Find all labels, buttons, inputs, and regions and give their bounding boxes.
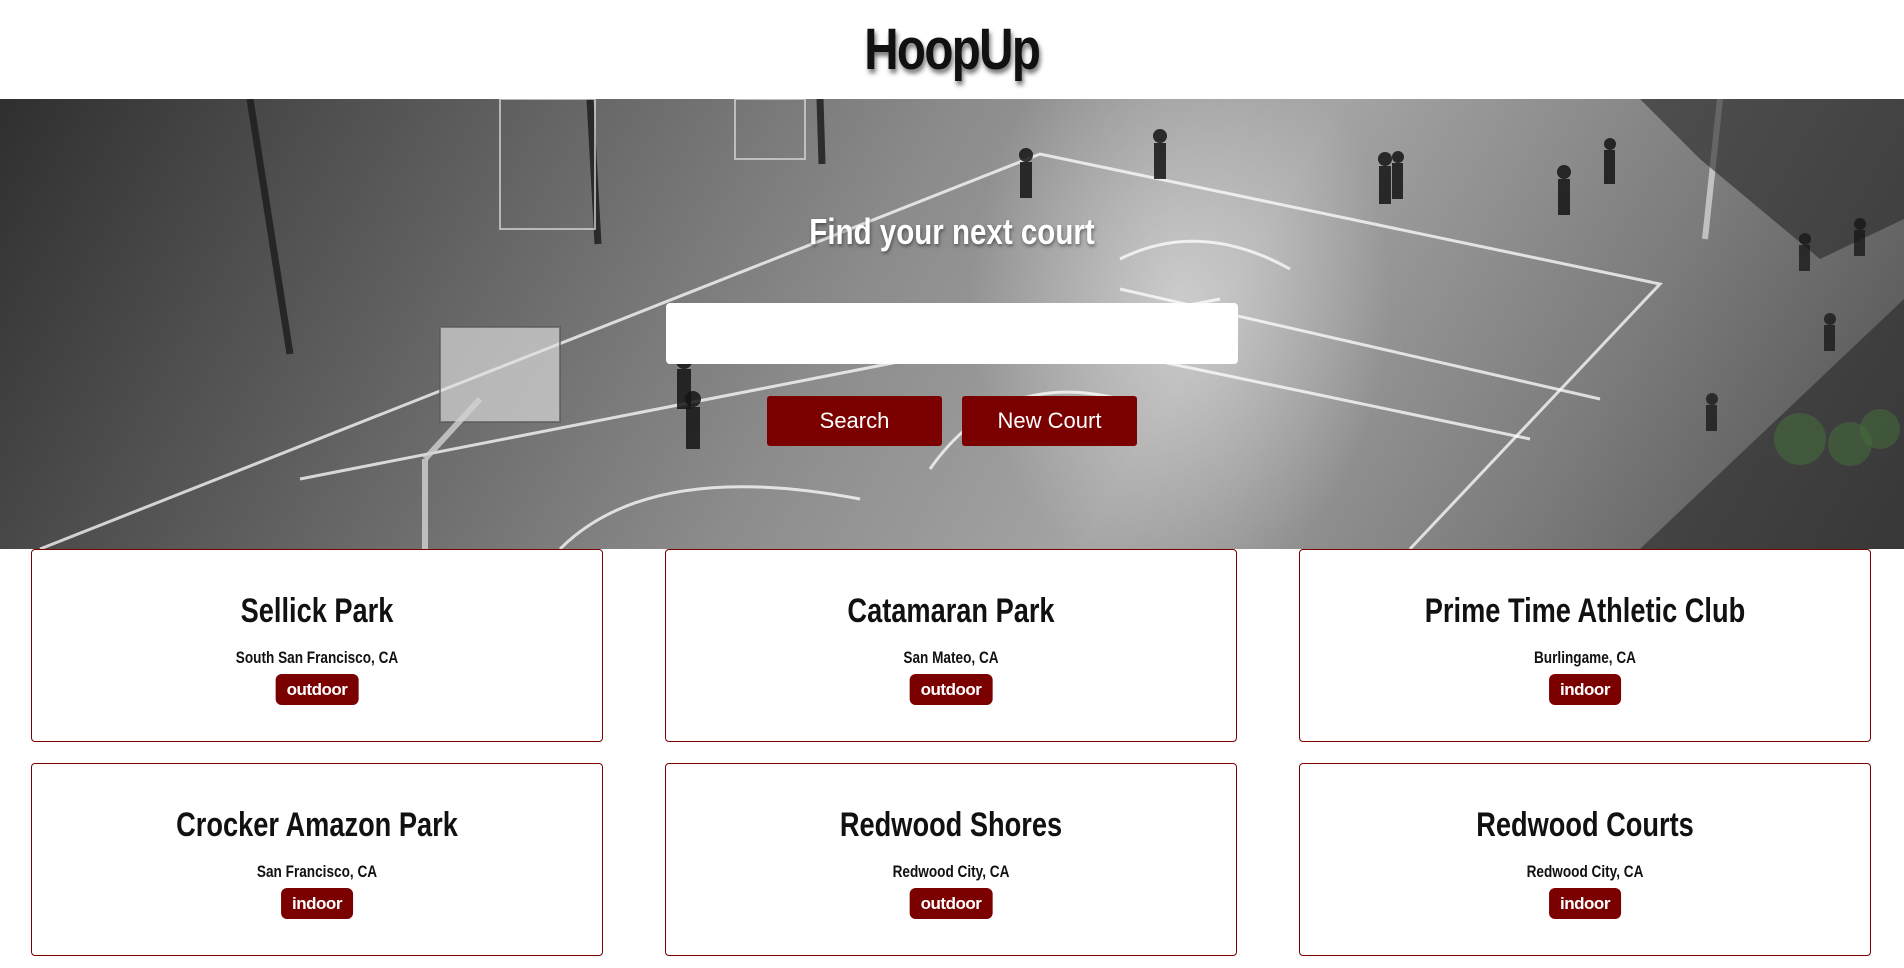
court-type-badge: outdoor: [275, 674, 359, 705]
site-header: HoopUp: [0, 0, 1904, 99]
court-name: Prime Time Athletic Club: [1424, 592, 1746, 630]
site-logo[interactable]: HoopUp: [864, 16, 1041, 83]
court-name: Catamaran Park: [847, 592, 1055, 630]
court-name: Crocker Amazon Park: [176, 806, 458, 844]
new-court-button[interactable]: New Court: [962, 396, 1137, 446]
court-card[interactable]: Redwood Shores Redwood City, CA outdoor: [665, 763, 1237, 956]
court-card[interactable]: Catamaran Park San Mateo, CA outdoor: [665, 549, 1237, 742]
hero-title: Find your next court: [809, 211, 1095, 252]
court-card[interactable]: Sellick Park South San Francisco, CA out…: [31, 549, 603, 742]
hero-content: Find your next court Search New Court: [0, 99, 1904, 549]
court-location: South San Francisco, CA: [235, 648, 399, 667]
search-input[interactable]: [666, 303, 1238, 364]
hero-banner: Find your next court Search New Court: [0, 99, 1904, 549]
court-name: Redwood Courts: [1476, 806, 1694, 844]
search-button[interactable]: Search: [767, 396, 942, 446]
court-type-badge: outdoor: [909, 674, 993, 705]
court-location: San Mateo, CA: [903, 648, 999, 667]
court-location: Redwood City, CA: [1526, 862, 1644, 881]
court-type-badge: indoor: [1549, 674, 1621, 705]
court-type-badge: outdoor: [909, 888, 993, 919]
court-type-badge: indoor: [281, 888, 353, 919]
court-type-badge: indoor: [1549, 888, 1621, 919]
court-card[interactable]: Prime Time Athletic Club Burlingame, CA …: [1299, 549, 1871, 742]
court-name: Sellick Park: [240, 592, 394, 630]
court-location: Burlingame, CA: [1533, 648, 1637, 667]
court-name: Redwood Shores: [839, 806, 1063, 844]
court-location: Redwood City, CA: [892, 862, 1010, 881]
court-card[interactable]: Redwood Courts Redwood City, CA indoor: [1299, 763, 1871, 956]
court-location: San Francisco, CA: [256, 862, 378, 881]
court-card[interactable]: Crocker Amazon Park San Francisco, CA in…: [31, 763, 603, 956]
